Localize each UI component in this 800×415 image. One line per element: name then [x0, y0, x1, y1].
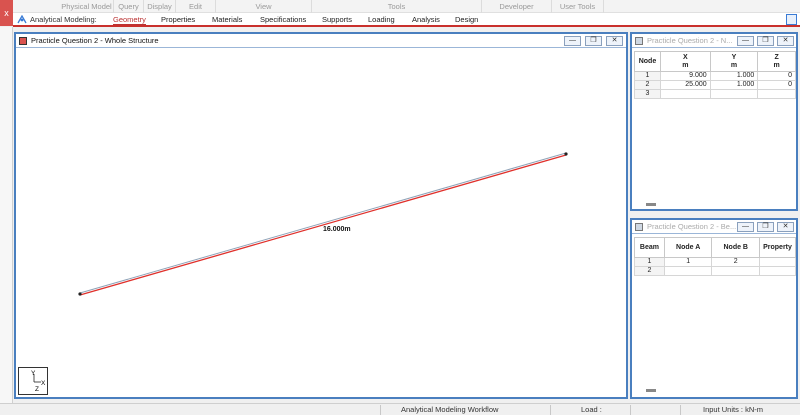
structure-canvas[interactable]: 16.000m Y X Z — [16, 49, 626, 397]
beam-table-titlebar[interactable]: Practicle Question 2 - Be... — ❐ ✕ — [632, 220, 796, 234]
table-row[interactable]: 2 — [634, 266, 796, 276]
restore-button[interactable]: ❐ — [585, 36, 602, 46]
axis-triad: Y X Z — [18, 367, 48, 395]
node-a-cell[interactable]: 1 — [663, 257, 713, 267]
ribbon-group-user-tools[interactable]: User Tools — [552, 0, 604, 13]
z-cell[interactable]: 0 — [757, 80, 796, 90]
tab-design[interactable]: Design — [455, 15, 478, 24]
beam-length-label: 16.000m — [323, 226, 351, 233]
app-mode-label: Analytical Modeling: — [30, 15, 97, 24]
structure-window-icon — [19, 37, 27, 45]
z-cell[interactable]: 0 — [757, 71, 796, 81]
axis-z-label: Z — [35, 386, 39, 393]
x-cell[interactable] — [659, 89, 711, 99]
close-button[interactable]: ✕ — [777, 36, 794, 46]
row-header: 2 — [634, 80, 661, 90]
ribbon-group-query[interactable]: Query — [114, 0, 144, 13]
left-sidebar-strip — [0, 27, 13, 403]
restore-button[interactable]: ❐ — [757, 222, 774, 232]
x-column-header: Xm — [659, 51, 711, 72]
status-workflow: Analytical Modeling Workflow — [380, 405, 550, 415]
z-cell[interactable] — [757, 89, 796, 99]
axis-x-label: X — [41, 380, 46, 387]
tab-analysis[interactable]: Analysis — [412, 15, 440, 24]
node-column-header: Node — [634, 51, 661, 72]
node-table-title: Practicle Question 2 - N... — [647, 36, 733, 45]
minimize-button[interactable]: — — [737, 36, 754, 46]
workflow-tab-bar: Analytical Modeling: Geometry Properties… — [13, 13, 800, 27]
status-load: Load : — [550, 405, 630, 415]
axis-y-label: Y — [31, 370, 36, 377]
tab-materials[interactable]: Materials — [212, 15, 242, 24]
tab-supports[interactable]: Supports — [322, 15, 352, 24]
tab-geometry[interactable]: Geometry — [113, 15, 146, 25]
beam-table-window[interactable]: Practicle Question 2 - Be... — ❐ ✕ Beam … — [630, 218, 798, 399]
close-button[interactable]: ✕ — [777, 222, 794, 232]
status-empty — [630, 405, 680, 415]
scrollbar-thumb[interactable] — [646, 203, 656, 206]
scrollbar-thumb[interactable] — [646, 389, 656, 392]
z-column-header: Zm — [757, 51, 796, 72]
ribbon-group-tools[interactable]: Tools — [312, 0, 482, 13]
table-row[interactable]: 1 9.000 1.000 0 — [634, 71, 796, 81]
x-cell[interactable]: 25.000 — [659, 80, 711, 90]
node-1 — [78, 292, 82, 296]
beam-1 — [79, 154, 567, 296]
tab-loading[interactable]: Loading — [368, 15, 395, 24]
beam-table-title: Practicle Question 2 - Be... — [647, 222, 737, 231]
beam-table[interactable]: Beam Node A Node B Property 1 1 2 2 — [634, 237, 796, 276]
ribbon-group-edit[interactable]: Edit — [176, 0, 216, 13]
ribbon-group-row: x Physical Model Query Display Edit View… — [0, 0, 800, 26]
row-header: 1 — [634, 71, 661, 81]
node-b-cell[interactable]: 2 — [711, 257, 761, 267]
minimize-button[interactable]: — — [737, 222, 754, 232]
ribbon-group-display[interactable]: Display — [144, 0, 176, 13]
node-a-cell[interactable] — [663, 266, 713, 276]
row-header: 3 — [634, 89, 661, 99]
node-b-cell[interactable] — [711, 266, 761, 276]
ribbon-group-developer[interactable]: Developer — [482, 0, 552, 13]
close-button[interactable]: ✕ — [606, 36, 623, 46]
table-row[interactable]: 2 25.000 1.000 0 — [634, 80, 796, 90]
y-column-header: Ym — [709, 51, 759, 72]
y-cell[interactable]: 1.000 — [709, 80, 759, 90]
row-header: 1 — [634, 257, 665, 267]
y-cell[interactable]: 1.000 — [709, 71, 759, 81]
whole-structure-title: Practicle Question 2 - Whole Structure — [31, 36, 159, 45]
table-window-icon — [635, 37, 643, 45]
table-row[interactable]: 1 1 2 — [634, 257, 796, 267]
status-bar: Analytical Modeling Workflow Load : Inpu… — [0, 403, 800, 415]
node-table[interactable]: Node Xm Ym Zm 1 9.000 1.000 0 2 25.000 1… — [634, 51, 796, 99]
node-table-window[interactable]: Practicle Question 2 - N... — ❐ ✕ Node X… — [630, 32, 798, 211]
analytical-modeling-icon — [17, 15, 27, 24]
minimize-button[interactable]: — — [564, 36, 581, 46]
property-column-header: Property — [759, 237, 796, 258]
node-a-column-header: Node A — [663, 237, 713, 258]
node-table-titlebar[interactable]: Practicle Question 2 - N... — ❐ ✕ — [632, 34, 796, 48]
tab-specifications[interactable]: Specifications — [260, 15, 306, 24]
beam-1-shadow — [79, 152, 567, 294]
tab-properties[interactable]: Properties — [161, 15, 195, 24]
x-cell[interactable]: 9.000 — [659, 71, 711, 81]
property-cell[interactable] — [759, 266, 796, 276]
status-input-units: Input Units : kN-m — [680, 405, 800, 415]
node-b-column-header: Node B — [711, 237, 761, 258]
whole-structure-window[interactable]: Practicle Question 2 - Whole Structure —… — [14, 32, 628, 399]
property-cell[interactable] — [759, 257, 796, 267]
table-window-icon — [635, 223, 643, 231]
restore-button[interactable]: ❐ — [757, 36, 774, 46]
whole-structure-titlebar[interactable]: Practicle Question 2 - Whole Structure —… — [16, 34, 626, 48]
table-row[interactable]: 3 — [634, 89, 796, 99]
beam-column-header: Beam — [634, 237, 665, 258]
ribbon-group-physical-model[interactable]: Physical Model — [60, 0, 114, 13]
ribbon-group-view[interactable]: View — [216, 0, 312, 13]
app-menu-icon[interactable]: x — [0, 0, 13, 26]
node-2 — [564, 152, 568, 156]
row-header: 2 — [634, 266, 665, 276]
layout-panel-icon[interactable] — [786, 14, 797, 25]
y-cell[interactable] — [709, 89, 759, 99]
